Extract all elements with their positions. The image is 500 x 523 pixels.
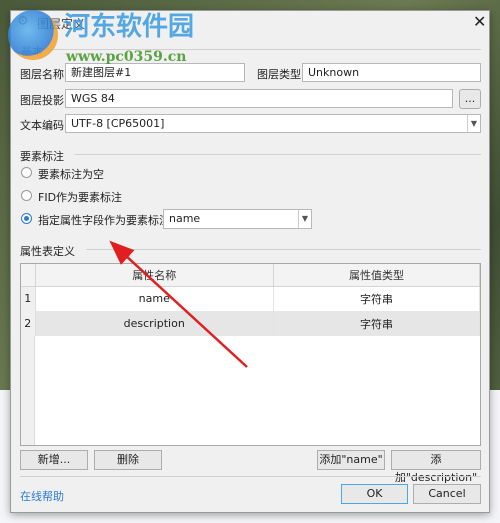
- annotation-arrow: [109, 240, 248, 368]
- red-arrow: [109, 240, 248, 368]
